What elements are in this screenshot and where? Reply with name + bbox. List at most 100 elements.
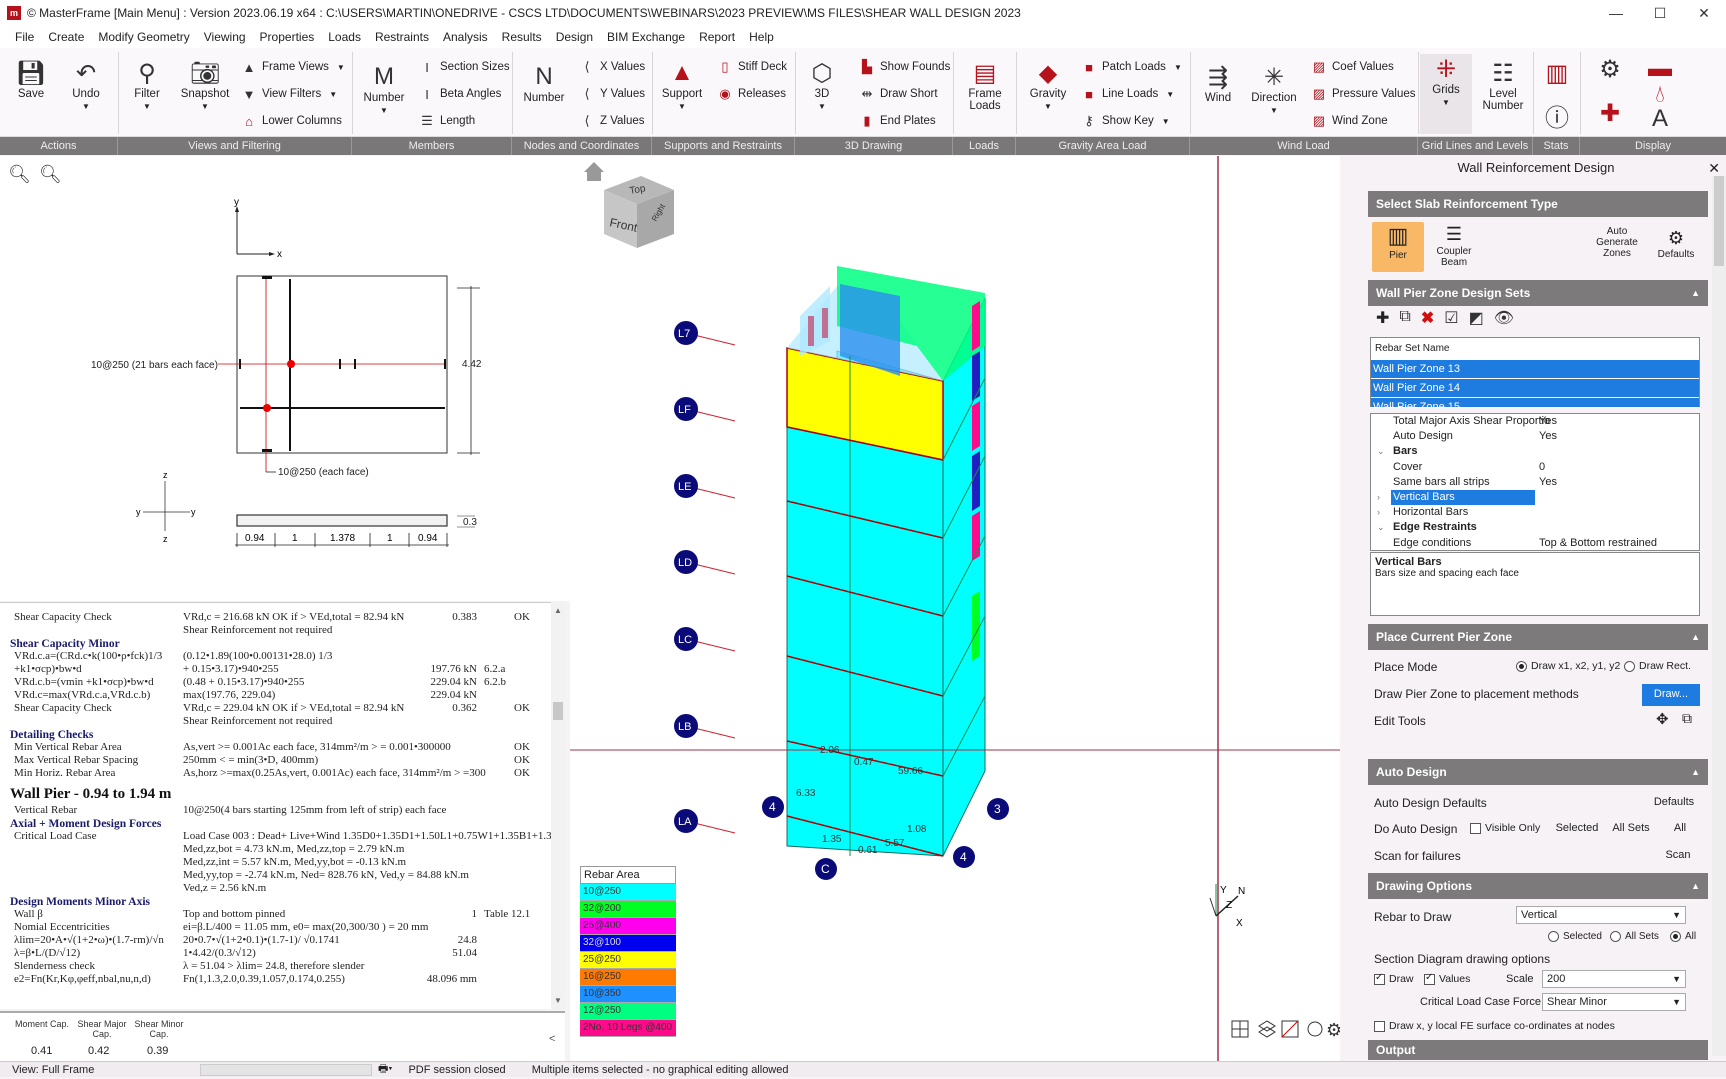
list-item[interactable]: Wall Pier Zone 14 — [1371, 379, 1699, 398]
wind-zone-button[interactable]: ▨Wind Zone — [1310, 110, 1388, 132]
close-icon[interactable]: ✕ — [1708, 160, 1720, 177]
coef-values-button[interactable]: ▨Coef Values — [1310, 56, 1394, 78]
menu-design[interactable]: Design — [549, 30, 600, 44]
property-row[interactable]: ⌄Bars — [1371, 444, 1699, 459]
menu-bim-exchange[interactable]: BIM Exchange — [600, 30, 692, 44]
home-icon[interactable] — [584, 162, 604, 181]
settings-button[interactable]: ⚙ — [1590, 54, 1630, 84]
property-row[interactable]: Total Major Axis Shear ProportioYes — [1371, 414, 1699, 429]
filter-button[interactable]: ⚲Filter▼ — [130, 58, 164, 111]
undo-button[interactable]: ↶Undo▼ — [68, 58, 104, 111]
property-row[interactable]: ›Vertical Bars — [1371, 490, 1699, 505]
menu-create[interactable]: Create — [41, 30, 91, 44]
copy-icon[interactable]: ⧉ — [1399, 308, 1410, 328]
menu-loads[interactable]: Loads — [321, 30, 368, 44]
menu-properties[interactable]: Properties — [253, 30, 322, 44]
values-checkbox[interactable]: Values — [1424, 973, 1470, 985]
menu-modify-geometry[interactable]: Modify Geometry — [91, 30, 196, 44]
show-founds-button[interactable]: ▙Show Founds — [858, 56, 950, 78]
save-button[interactable]: 💾︎Save — [14, 58, 48, 100]
move-icon[interactable]: ✥ — [1656, 710, 1669, 728]
chevron-down-icon[interactable]: ⌄ — [1377, 444, 1385, 459]
place-mode-radio-1[interactable]: Draw x1, x2, y1, y2 — [1516, 660, 1620, 672]
font-button[interactable]: A — [1640, 104, 1680, 134]
patch-loads-button[interactable]: ■Patch Loads▼ — [1080, 56, 1182, 78]
edit-icon[interactable]: ◩ — [1469, 308, 1484, 328]
node-display-button[interactable]: ✚ — [1590, 98, 1630, 128]
minimize-button[interactable]: — — [1594, 0, 1638, 26]
draw-checkbox[interactable]: Draw — [1374, 973, 1414, 985]
stiff-deck-button[interactable]: ▯Stiff Deck — [716, 56, 787, 78]
copy-tool-icon[interactable]: ⧉ — [1682, 710, 1692, 727]
z-values-button[interactable]: ⟨Z Values — [578, 110, 645, 132]
menu-file[interactable]: File — [8, 30, 41, 44]
snap-icon[interactable] — [1282, 1021, 1298, 1037]
gravity-button[interactable]: ◆Gravity▼ — [1026, 58, 1070, 111]
auto-generate-zones-button[interactable]: Auto Generate Zones — [1592, 226, 1642, 259]
property-row[interactable]: Edge conditionsTop & Bottom restrained — [1371, 536, 1699, 551]
snap-grid-icon[interactable] — [1232, 1021, 1248, 1037]
menu-analysis[interactable]: Analysis — [436, 30, 495, 44]
grids-button[interactable]: ⁜Grids▼ — [1420, 54, 1472, 134]
panel-scrollbar[interactable] — [1712, 176, 1726, 1056]
report-scrollbar[interactable]: ▲ ▼ — [551, 602, 565, 1009]
check-icon[interactable]: ☑ — [1444, 308, 1458, 328]
releases-button[interactable]: ◉Releases — [716, 83, 786, 105]
show-key-button[interactable]: ⚷Show Key▼ — [1080, 110, 1170, 132]
snapshot-button[interactable]: 📷︎Snapshot▼ — [180, 58, 230, 111]
chevron-down-icon[interactable]: ⌄ — [1377, 520, 1385, 535]
close-button[interactable]: ✕ — [1682, 0, 1726, 26]
node-number-button[interactable]: NNumber — [522, 62, 566, 104]
view-settings-icon[interactable]: ⚙ — [1326, 1020, 1340, 1040]
print-icon[interactable]: 🖶▾ — [378, 1060, 392, 1079]
auto-all-sets-button[interactable]: All Sets — [1606, 818, 1656, 840]
property-row[interactable]: Same bars all stripsYes — [1371, 475, 1699, 490]
scale-select[interactable]: 200▼ — [1542, 970, 1686, 988]
add-icon[interactable]: ✚ — [1376, 308, 1389, 328]
draw-short-button[interactable]: ⇹Draw Short — [858, 83, 938, 105]
line-loads-button[interactable]: ■Line Loads▼ — [1080, 83, 1174, 105]
end-plates-button[interactable]: ▮End Plates — [858, 110, 936, 132]
maximize-button[interactable]: ☐ — [1638, 0, 1682, 26]
member-number-button[interactable]: MNumber▼ — [362, 62, 406, 115]
menu-report[interactable]: Report — [692, 30, 742, 44]
direction-button[interactable]: ✳Direction▼ — [1248, 62, 1300, 115]
property-row[interactable]: Cover0 — [1371, 460, 1699, 475]
list-item[interactable]: Wall Pier Zone 15 — [1371, 398, 1699, 408]
property-row[interactable]: ⌄Edge Restraints — [1371, 520, 1699, 535]
visible-only-checkbox[interactable]: Visible Only — [1470, 822, 1540, 834]
list-item[interactable]: Wall Pier Zone 13 — [1371, 360, 1699, 379]
draw-local-coords-checkbox[interactable]: Draw x, y local FE surface co-ordinates … — [1374, 1020, 1615, 1032]
pressure-values-button[interactable]: ▨Pressure Values — [1310, 83, 1416, 105]
chevron-right-icon[interactable]: › — [1377, 490, 1380, 505]
support-button[interactable]: ▲Support▼ — [660, 58, 704, 111]
draw-all-radio[interactable]: All — [1670, 931, 1696, 942]
auto-selected-button[interactable]: Selected — [1552, 818, 1602, 840]
auto-all-button[interactable]: All — [1662, 818, 1698, 840]
view-filters-button[interactable]: ▼View Filters▼ — [240, 83, 337, 105]
eye-icon[interactable]: 👁︎ — [1494, 308, 1514, 328]
menu-help[interactable]: Help — [742, 30, 781, 44]
lower-columns-button[interactable]: ⌂Lower Columns — [240, 110, 342, 132]
critical-load-case-select[interactable]: Shear Minor▼ — [1542, 993, 1686, 1011]
draw-selected-radio[interactable]: Selected — [1548, 931, 1602, 942]
length-button[interactable]: ☰Length — [418, 110, 475, 132]
coupler-beam-button[interactable]: ☰ Coupler Beam — [1428, 222, 1480, 272]
property-row[interactable]: Auto DesignYes — [1371, 429, 1699, 444]
rebar-to-draw-select[interactable]: Vertical▼ — [1516, 906, 1686, 924]
stats-chart-button[interactable]: ▥ — [1540, 58, 1574, 88]
beta-angles-button[interactable]: IBeta Angles — [418, 83, 501, 105]
delete-icon[interactable]: ✖ — [1421, 308, 1434, 328]
auto-defaults-button[interactable]: Defaults — [1648, 792, 1700, 814]
frame-loads-button[interactable]: ▤Frame Loads — [962, 58, 1008, 112]
pier-type-button[interactable]: ▥ Pier — [1372, 222, 1424, 272]
x-values-button[interactable]: ⟨X Values — [578, 56, 645, 78]
menu-results[interactable]: Results — [495, 30, 549, 44]
3d-viewport[interactable]: Top Front Right — [570, 156, 1340, 1061]
menu-restraints[interactable]: Restraints — [368, 30, 436, 44]
menu-viewing[interactable]: Viewing — [197, 30, 253, 44]
rotate-icon[interactable] — [1308, 1022, 1322, 1036]
level-number-button[interactable]: ☷Level Number — [1480, 58, 1526, 112]
place-mode-radio-2[interactable]: Draw Rect. — [1624, 660, 1691, 672]
wind-button[interactable]: ⇶Wind — [1200, 62, 1236, 104]
